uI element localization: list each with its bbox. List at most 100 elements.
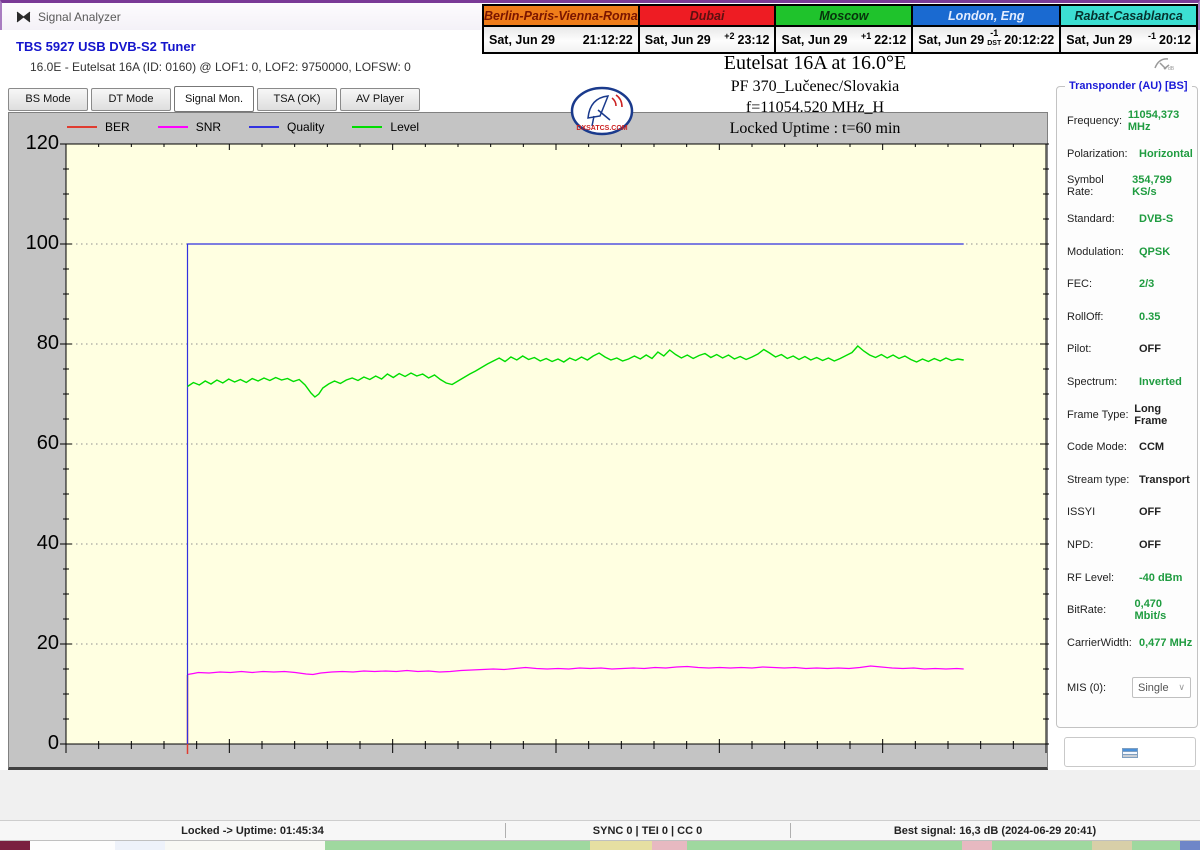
strip-segment	[115, 841, 165, 850]
transponder-label: Frequency:	[1067, 115, 1128, 127]
clock-time: 22:12	[874, 33, 906, 47]
clock-time-row: Sat, Jun 29-120:12	[1061, 27, 1196, 52]
tab-tsa-ok[interactable]: TSA (OK)	[257, 88, 337, 111]
transponder-value: 354,799 KS/s	[1132, 174, 1193, 198]
stacked-list-icon	[1122, 748, 1138, 757]
transponder-label: Spectrum:	[1067, 376, 1139, 388]
y-axis-labels: 020406080100120	[9, 113, 59, 771]
transponder-value: 2/3	[1139, 278, 1154, 290]
clock-utc-offset: +1	[861, 35, 871, 44]
clock-time: 20:12:22	[1004, 33, 1054, 47]
bottom-status-bar: Locked -> Uptime: 01:45:34 SYNC 0 | TEI …	[0, 820, 1200, 841]
strip-segment	[0, 841, 30, 850]
transponder-value: 11054,373 MHz	[1128, 109, 1193, 133]
transponder-row-rf-level: RF Level:-40 dBm	[1067, 561, 1193, 594]
transponder-value: Long Frame	[1134, 403, 1193, 427]
transponder-value: CCM	[1139, 441, 1164, 453]
transponder-value: 0,470 Mbit/s	[1135, 598, 1193, 622]
y-axis-label: 40	[11, 532, 59, 555]
transponder-label: BitRate:	[1067, 604, 1135, 616]
clock-time: 20:12	[1159, 33, 1191, 47]
strip-segment	[652, 841, 687, 850]
clock-date: Sat, Jun 29	[781, 33, 857, 47]
y-axis-label: 20	[11, 632, 59, 655]
mode-tabs: BS ModeDT ModeSignal Mon.TSA (OK)AV Play…	[8, 88, 420, 114]
chart-canvas	[9, 113, 1049, 771]
transponder-value: OFF	[1139, 506, 1161, 518]
tab-signal-mon[interactable]: Signal Mon.	[174, 86, 254, 112]
transponder-label: ISSYI	[1067, 506, 1139, 518]
transponder-label: RollOff:	[1067, 311, 1139, 323]
clock-city: Dubai	[640, 6, 775, 27]
clock-date: Sat, Jun 29	[1066, 33, 1145, 47]
status-sync-counters: SYNC 0 | TEI 0 | CC 0	[505, 821, 790, 840]
background-window-strip	[0, 841, 1200, 850]
transponder-label: Modulation:	[1067, 246, 1139, 258]
clock-time-row: Sat, Jun 29-1DST20:12:22	[913, 27, 1059, 52]
transponder-row-frequency: Frequency:11054,373 MHz	[1067, 105, 1193, 138]
y-axis-label: 80	[11, 332, 59, 355]
transponder-value: Inverted	[1139, 376, 1182, 388]
strip-segment	[1132, 841, 1180, 850]
transponder-value: Horizontal	[1139, 148, 1193, 160]
strip-segment	[590, 841, 652, 850]
transponder-panel: Transponder (AU) [BS] Frequency:11054,37…	[1056, 86, 1198, 728]
strip-segment	[962, 841, 992, 850]
tab-av-player[interactable]: AV Player	[340, 88, 420, 111]
tab-dt-mode[interactable]: DT Mode	[91, 88, 171, 111]
clock-offset-number: +2	[724, 32, 734, 41]
window-title: Signal Analyzer	[38, 10, 121, 24]
tuner-title: TBS 5927 USB DVB-S2 Tuner	[16, 39, 196, 54]
clock-offset-number: -1	[990, 29, 998, 38]
transponder-row-fec: FEC:2/3	[1067, 268, 1193, 301]
mux-list-button[interactable]	[1064, 737, 1196, 767]
world-clock-bar: Berlin-Paris-Vienna-RomaSat, Jun 2921:12…	[482, 4, 1198, 54]
chevron-down-icon: ∨	[1178, 682, 1185, 693]
clock-date: Sat, Jun 29	[489, 33, 583, 47]
tab-bs-mode[interactable]: BS Mode	[8, 88, 88, 111]
clock-offset-number: +1	[861, 32, 871, 41]
satellite-dish-app-icon	[15, 9, 32, 31]
transponder-row-carrierwidth: CarrierWidth:0,477 MHz	[1067, 627, 1193, 660]
logo-text: DXSATCS.COM	[576, 125, 627, 132]
transponder-value: 0,477 MHz	[1139, 637, 1192, 649]
transponder-label: Standard:	[1067, 213, 1139, 225]
transponder-row-spectrum: Spectrum:Inverted	[1067, 366, 1193, 399]
transponder-label: CarrierWidth:	[1067, 637, 1139, 649]
transponder-row-rolloff: RollOff:0.35	[1067, 301, 1193, 334]
transponder-panel-title: Transponder (AU) [BS]	[1065, 80, 1192, 92]
satellite-name: Eutelsat 16A at 16.0°E	[600, 52, 1030, 75]
y-axis-label: 100	[11, 232, 59, 255]
transponder-value: -40 dBm	[1139, 572, 1182, 584]
clock-city: Moscow	[776, 6, 911, 27]
strip-segment	[165, 841, 325, 850]
mis-dropdown[interactable]: Single ∨	[1132, 677, 1191, 698]
transponder-value: QPSK	[1139, 246, 1170, 258]
signal-chart: BERSNRQualityLevel 020406080100120	[8, 112, 1048, 770]
clock-cell-london-eng: London, EngSat, Jun 29-1DST20:12:22	[913, 6, 1061, 52]
site-name: PF 370_Lučenec/Slovakia	[600, 78, 1030, 96]
y-axis-label: 60	[11, 432, 59, 455]
clock-city: Berlin-Paris-Vienna-Roma	[484, 6, 638, 27]
clock-city: London, Eng	[913, 6, 1059, 27]
clock-utc-offset: -1	[1148, 35, 1156, 44]
clock-cell-rabat-casablanca: Rabat-CasablancaSat, Jun 29-120:12	[1061, 6, 1196, 52]
transponder-label: NPD:	[1067, 539, 1139, 551]
transponder-row-standard: Standard:DVB-S	[1067, 203, 1193, 236]
clock-utc-offset: -1DST	[987, 32, 1001, 47]
strip-segment	[687, 841, 962, 850]
transponder-row-symbol-rate: Symbol Rate:354,799 KS/s	[1067, 170, 1193, 203]
mis-row: MIS (0): Single ∨	[1067, 677, 1191, 698]
transponder-value: OFF	[1139, 343, 1161, 355]
transponder-label: FEC:	[1067, 278, 1139, 290]
clock-cell-moscow: Moscow Sat, Jun 29 +122:12	[776, 6, 913, 52]
transponder-label: Polarization:	[1067, 148, 1139, 160]
clock-time: 23:12	[738, 33, 770, 47]
clock-time-row: Sat, Jun 29 +122:12	[776, 27, 911, 52]
clock-time-row: Sat, Jun 2921:12:22	[484, 27, 638, 52]
transponder-row-pilot: Pilot:OFF	[1067, 333, 1193, 366]
transponder-row-modulation: Modulation:QPSK	[1067, 235, 1193, 268]
transponder-value: OFF	[1139, 539, 1161, 551]
strip-segment	[30, 841, 115, 850]
y-axis-label: 0	[11, 732, 59, 755]
